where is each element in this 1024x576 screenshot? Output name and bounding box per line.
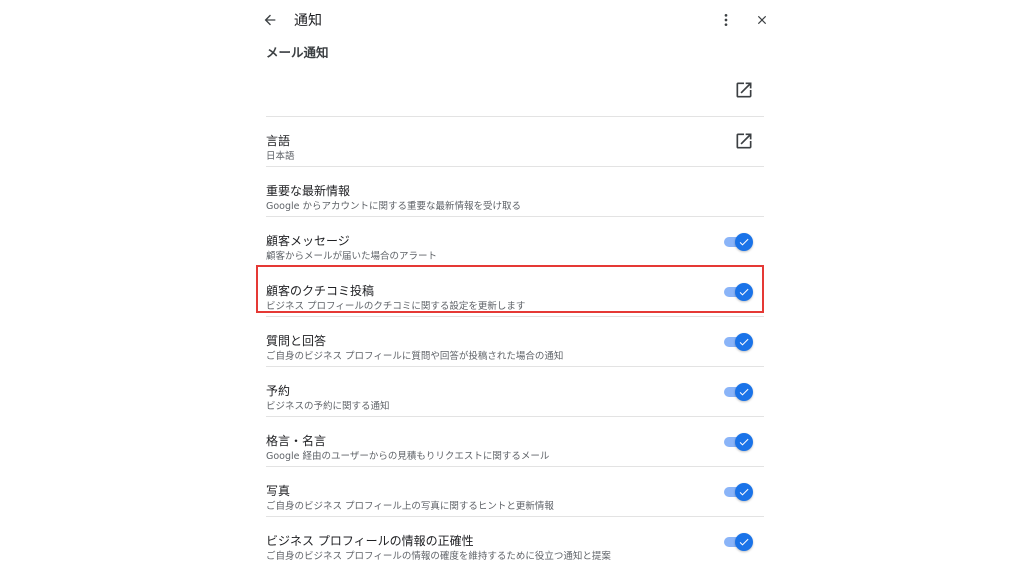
check-icon [739, 388, 749, 396]
open-in-new-icon[interactable] [734, 131, 754, 151]
page-title: 通知 [294, 13, 322, 29]
toggle-switch[interactable] [724, 483, 753, 501]
toggle-knob [735, 533, 753, 551]
toggle-knob [735, 283, 753, 301]
setting-description: ビジネスの予約に関する通知 [266, 401, 390, 412]
toggle-knob [735, 233, 753, 251]
toggle-knob [735, 483, 753, 501]
check-icon [739, 538, 749, 546]
toggle-knob [735, 333, 753, 351]
toggle-knob [735, 383, 753, 401]
setting-label: 顧客メッセージ [266, 234, 350, 248]
toggle-switch[interactable] [724, 433, 753, 451]
setting-description: ご自身のビジネス プロフィールの情報の確度を維持するために役立つ通知と提案 [266, 551, 611, 562]
setting-description: 日本語 [266, 151, 295, 162]
setting-label: 重要な最新情報 [266, 184, 351, 198]
toggle-switch[interactable] [724, 383, 753, 401]
back-button[interactable] [258, 8, 282, 32]
setting-row-language[interactable]: 言語 日本語 [266, 116, 764, 166]
check-icon [739, 488, 749, 496]
setting-row-profile-accuracy: ビジネス プロフィールの情報の正確性 ご自身のビジネス プロフィールの情報の確度… [266, 516, 764, 566]
setting-row-quotes: 格言・名言 Google 経由のユーザーからの見積もりリクエストに関するメール [266, 416, 764, 466]
more-options-button[interactable] [714, 8, 738, 32]
check-icon [739, 438, 749, 446]
more-vert-icon [724, 14, 728, 26]
close-icon [757, 15, 767, 25]
setting-description: ご自身のビジネス プロフィールに質問や回答が投稿された場合の通知 [266, 351, 564, 362]
setting-row-questions-answers: 質問と回答 ご自身のビジネス プロフィールに質問や回答が投稿された場合の通知 [266, 316, 764, 366]
check-icon [739, 238, 749, 246]
check-icon [739, 288, 749, 296]
setting-label: 格言・名言 [266, 434, 327, 448]
top-bar: 通知 [256, 0, 772, 40]
setting-description: Google からアカウントに関する重要な最新情報を受け取る [266, 201, 522, 212]
setting-description: ビジネス プロフィールのクチコミに関する設定を更新します [266, 301, 526, 312]
setting-description: 顧客からメールが届いた場合のアラート [266, 251, 438, 262]
section-title: メール通知 [266, 45, 329, 60]
setting-row-bookings: 予約 ビジネスの予約に関する通知 [266, 366, 764, 416]
toggle-knob [735, 433, 753, 451]
toggle-switch[interactable] [724, 533, 753, 551]
setting-label: ビジネス プロフィールの情報の正確性 [266, 534, 474, 548]
notifications-panel: 通知 メール通知 言語 日本語 重要な最新情報 Google からアカウントに関… [256, 0, 772, 576]
setting-row-photos: 写真 ご自身のビジネス プロフィール上の写真に関するヒントと更新情報 [266, 466, 764, 516]
setting-label: 顧客のクチコミ投稿 [266, 284, 375, 298]
setting-description: Google 経由のユーザーからの見積もりリクエストに関するメール [266, 451, 550, 462]
check-icon [739, 338, 749, 346]
setting-row-customer-reviews: 顧客のクチコミ投稿 ビジネス プロフィールのクチコミに関する設定を更新します [266, 266, 764, 316]
setting-row-email-link[interactable] [266, 66, 764, 116]
open-in-new-icon[interactable] [734, 80, 754, 100]
arrow-left-icon [264, 14, 276, 26]
setting-row-important-updates: 重要な最新情報 Google からアカウントに関する重要な最新情報を受け取る [266, 166, 764, 216]
setting-label: 予約 [266, 384, 291, 398]
setting-label: 言語 [266, 134, 291, 148]
toggle-switch[interactable] [724, 233, 753, 251]
toggle-switch[interactable] [724, 333, 753, 351]
setting-row-customer-messages: 顧客メッセージ 顧客からメールが届いた場合のアラート [266, 216, 764, 266]
setting-label: 質問と回答 [266, 334, 327, 348]
close-button[interactable] [750, 8, 774, 32]
setting-label: 写真 [266, 484, 291, 498]
toggle-switch[interactable] [724, 283, 753, 301]
setting-description: ご自身のビジネス プロフィール上の写真に関するヒントと更新情報 [266, 501, 554, 512]
